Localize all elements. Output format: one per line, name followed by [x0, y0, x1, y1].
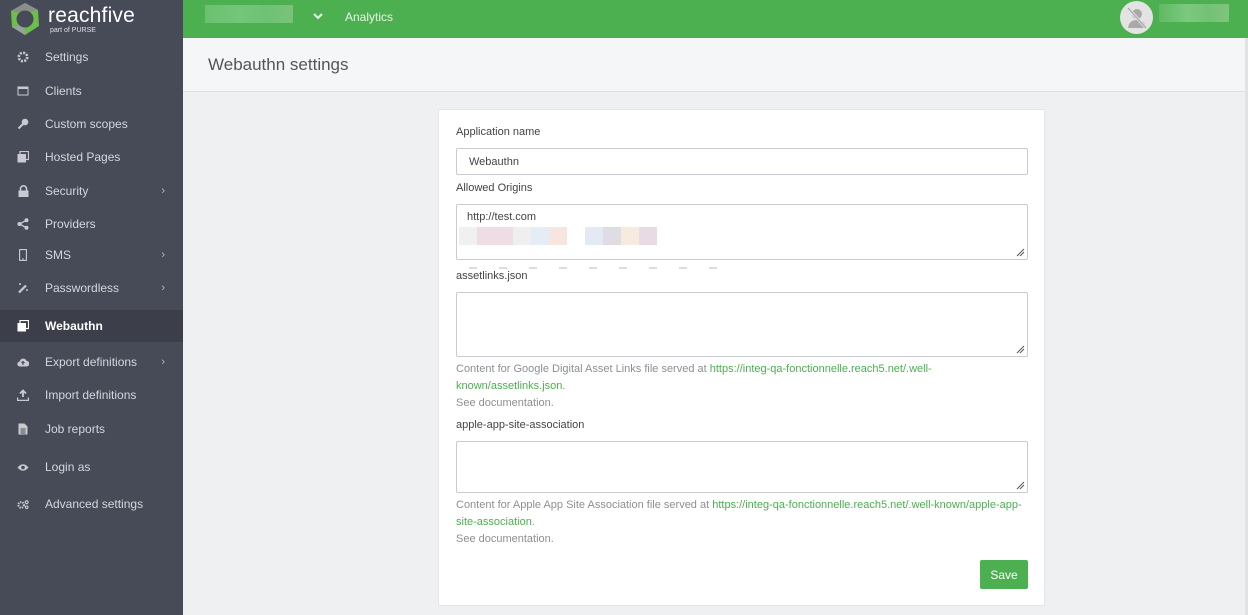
sidebar: reachfive part of PURSE Settings Clients… — [0, 0, 183, 615]
chevron-right-icon: › — [161, 249, 165, 261]
mobile-icon — [17, 249, 29, 261]
key-icon — [17, 118, 29, 130]
sidebar-item-label: Export definitions — [45, 355, 138, 369]
page-header: Webauthn settings — [183, 38, 1245, 92]
redacted-origin — [459, 227, 1017, 245]
analytics-link[interactable]: Analytics — [345, 10, 393, 24]
magic-wand-icon — [17, 282, 29, 294]
sidebar-item-label: SMS — [45, 248, 72, 262]
user-slash-avatar-icon[interactable] — [1120, 1, 1153, 34]
aasa-help-text: Content for Apple App Site Association f… — [456, 499, 713, 511]
chevron-right-icon: › — [161, 185, 165, 197]
brand-name: reachfive — [48, 3, 136, 27]
chevron-right-icon: › — [161, 356, 165, 368]
sidebar-item-settings[interactable]: Settings — [0, 41, 183, 73]
sidebar-item-advanced-settings[interactable]: Advanced settings — [0, 488, 183, 520]
aasa-help: Content for Apple App Site Association f… — [456, 497, 1028, 548]
top-bar: Analytics — [183, 0, 1248, 38]
webauthn-settings-card: Application name Webauthn Allowed Origin… — [438, 109, 1045, 606]
reachfive-logo-icon — [8, 2, 42, 36]
app-name-value: Webauthn — [469, 156, 519, 168]
sidebar-item-label: Hosted Pages — [45, 150, 121, 164]
logo[interactable]: reachfive part of PURSE — [0, 0, 183, 38]
assetlinks-documentation-link[interactable]: See documentation. — [456, 397, 554, 409]
sidebar-item-security[interactable]: Security › — [0, 175, 183, 207]
pages-icon — [17, 320, 29, 332]
page-title: Webauthn settings — [208, 55, 349, 74]
allowed-origins-value: http://test.com — [467, 211, 537, 223]
sidebar-item-login-as[interactable]: Login as — [0, 451, 183, 483]
sidebar-item-label: Providers — [45, 217, 96, 231]
lock-icon — [17, 185, 29, 197]
window-icon — [17, 85, 29, 97]
sidebar-item-clients[interactable]: Clients — [0, 75, 183, 107]
assetlinks-label: assetlinks.json — [456, 270, 528, 282]
sidebar-item-custom-scopes[interactable]: Custom scopes — [0, 108, 183, 140]
pages-icon — [17, 151, 29, 163]
sidebar-item-passwordless[interactable]: Passwordless › — [0, 272, 183, 304]
aasa-textarea[interactable] — [456, 441, 1028, 493]
assetlinks-help: Content for Google Digital Asset Links f… — [456, 361, 1028, 412]
sidebar-item-label: Custom scopes — [45, 117, 128, 131]
gear-icon — [17, 51, 29, 63]
resize-handle-icon[interactable] — [1016, 345, 1025, 354]
save-button[interactable]: Save — [980, 560, 1028, 589]
share-icon — [17, 218, 29, 230]
assetlinks-textarea[interactable] — [456, 292, 1028, 357]
aasa-help-suffix: . — [531, 516, 535, 528]
aasa-documentation-link[interactable]: See documentation. — [456, 533, 554, 545]
sidebar-item-label: Passwordless — [45, 281, 120, 295]
sidebar-item-export-definitions[interactable]: Export definitions › — [0, 346, 183, 378]
sidebar-item-label: Security — [45, 184, 89, 198]
sidebar-item-label: Import definitions — [45, 388, 137, 402]
account-name-redacted[interactable] — [205, 5, 293, 23]
sidebar-item-label: Webauthn — [45, 319, 103, 333]
sidebar-item-label: Clients — [45, 84, 82, 98]
app-name-label: Application name — [456, 126, 541, 138]
aasa-label: apple-app-site-association — [456, 419, 585, 431]
sidebar-item-label: Settings — [45, 50, 89, 64]
user-name-redacted[interactable] — [1159, 4, 1229, 22]
sidebar-item-hosted-pages[interactable]: Hosted Pages — [0, 141, 183, 173]
upload-icon — [17, 389, 29, 401]
sidebar-item-label: Job reports — [45, 422, 106, 436]
sidebar-item-job-reports[interactable]: Job reports — [0, 413, 183, 445]
allowed-origins-label: Allowed Origins — [456, 182, 533, 194]
chevron-down-icon[interactable] — [312, 9, 324, 25]
assetlinks-help-suffix: . — [562, 380, 566, 392]
brand-tagline: part of PURSE — [50, 26, 96, 34]
chevron-right-icon: › — [161, 282, 165, 294]
eye-icon — [17, 461, 29, 473]
app-name-input[interactable]: Webauthn — [456, 148, 1028, 175]
sidebar-item-sms[interactable]: SMS › — [0, 239, 183, 271]
allowed-origins-textarea[interactable]: http://test.com — [456, 204, 1028, 260]
resize-handle-icon[interactable] — [1016, 481, 1025, 490]
sidebar-item-providers[interactable]: Providers — [0, 208, 183, 240]
assetlinks-help-text: Content for Google Digital Asset Links f… — [456, 363, 710, 375]
sidebar-item-import-definitions[interactable]: Import definitions — [0, 379, 183, 411]
file-icon — [17, 423, 29, 435]
truncated-help-text — [469, 267, 739, 269]
sidebar-item-webauthn[interactable]: Webauthn — [0, 310, 183, 342]
resize-handle-icon[interactable] — [1016, 248, 1025, 257]
cloud-upload-icon — [17, 356, 29, 368]
sidebar-item-label: Advanced settings — [45, 497, 144, 511]
sidebar-item-label: Login as — [45, 460, 91, 474]
gears-icon — [17, 498, 29, 510]
